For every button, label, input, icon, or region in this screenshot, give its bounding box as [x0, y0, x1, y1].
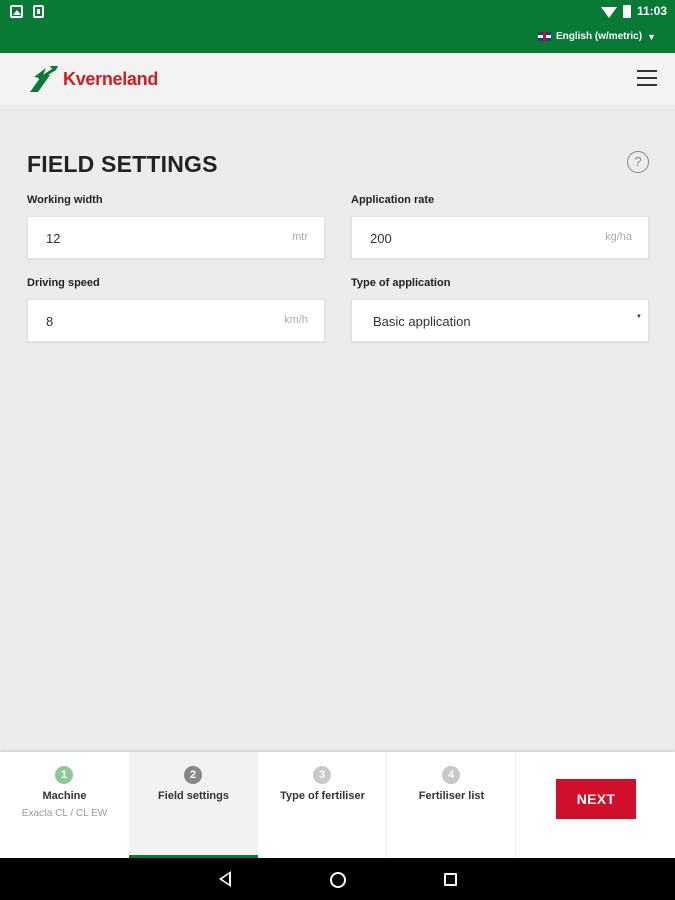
image-notification-icon: [10, 5, 23, 18]
step-number: 3: [313, 766, 331, 784]
download-notification-icon: [33, 5, 44, 18]
application-rate-unit: kg/ha: [605, 231, 632, 243]
driving-speed-label: Driving speed: [27, 277, 100, 289]
back-icon[interactable]: [219, 871, 231, 887]
app-header: Kverneland: [0, 53, 675, 105]
language-bar: English (w/metric) ▼: [0, 24, 675, 53]
application-rate-value: 200: [370, 231, 392, 246]
battery-icon: [622, 4, 631, 18]
step-field-settings[interactable]: 2 Field settings: [129, 752, 258, 858]
application-rate-input[interactable]: 200 kg/ha: [351, 216, 649, 259]
working-width-label: Working width: [27, 194, 103, 206]
step-title: Field settings: [158, 790, 229, 802]
working-width-unit: mtr: [292, 231, 308, 243]
driving-speed-unit: km/h: [284, 314, 308, 326]
application-rate-label: Application rate: [351, 194, 435, 206]
working-width-value: 12: [46, 231, 61, 246]
step-number: 1: [55, 766, 73, 784]
step-number: 2: [184, 766, 202, 784]
step-subtitle: Exacta CL / CL EW: [21, 808, 108, 819]
language-selector[interactable]: English (w/metric) ▼: [537, 31, 656, 42]
wifi-icon: [600, 6, 617, 18]
type-of-application-select[interactable]: Basic application ▼: [351, 299, 649, 342]
step-number: 4: [442, 766, 460, 784]
status-bar: 11:03: [0, 0, 675, 24]
hamburger-menu-icon[interactable]: [637, 70, 657, 86]
kverneland-logo-icon: [30, 66, 58, 92]
brand-name: Kverneland: [63, 68, 159, 89]
step-type-of-fertiliser[interactable]: 3 Type of fertiliser: [258, 752, 387, 858]
dropdown-arrow-icon: ▼: [636, 314, 642, 320]
page-title: FIELD SETTINGS: [27, 151, 218, 177]
home-icon[interactable]: [330, 872, 346, 888]
brand-logo[interactable]: Kverneland: [26, 64, 158, 94]
step-title: Type of fertiliser: [280, 790, 365, 802]
driving-speed-value: 8: [46, 314, 54, 329]
help-icon[interactable]: ?: [627, 151, 649, 173]
type-of-application-value: Basic application: [373, 314, 471, 329]
uk-flag-icon: [537, 32, 551, 41]
chevron-down-icon: ▼: [647, 31, 656, 42]
step-title: Fertiliser list: [418, 790, 485, 802]
system-nav-bar: [0, 858, 675, 900]
step-fertiliser-list[interactable]: 4 Fertiliser list: [387, 752, 516, 858]
next-button[interactable]: NEXT: [556, 779, 636, 819]
working-width-input[interactable]: 12 mtr: [27, 216, 325, 259]
step-title: Machine: [42, 790, 87, 802]
driving-speed-input[interactable]: 8 km/h: [27, 299, 325, 342]
step-machine[interactable]: 1 Machine Exacta CL / CL EW: [0, 752, 129, 858]
clock: 11:03: [636, 4, 667, 18]
language-label: English (w/metric): [555, 31, 643, 42]
recent-apps-icon[interactable]: [444, 873, 457, 886]
step-divider: [515, 752, 516, 858]
type-of-application-label: Type of application: [351, 277, 451, 289]
wizard-steps: 1 Machine Exacta CL / CL EW 2 Field sett…: [0, 752, 675, 858]
